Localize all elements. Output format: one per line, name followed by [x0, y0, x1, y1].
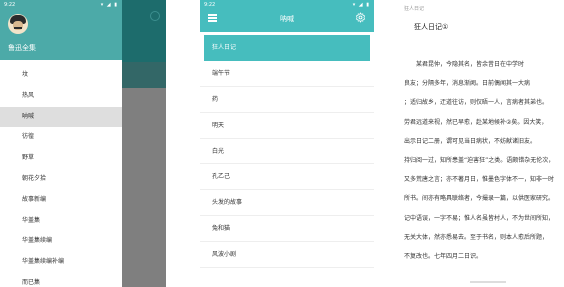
reader-screen: 狂人日记 狂人日记① 某君昆仲，今隐其名，皆余昔日在中学时 良友；分隔多年，消息…	[398, 0, 564, 287]
chapter-row[interactable]: 明天	[200, 113, 374, 139]
drawer-item[interactable]: 而已集	[0, 273, 122, 287]
text-line: 所书。间亦有略具联络者，今撮录一篇，以供医家研究。	[404, 195, 555, 203]
text-line: 无关大体，然亦悉易去。至于书名，则本人愈后所题，	[404, 233, 549, 241]
chapter-row[interactable]: 兔和猫	[200, 216, 374, 243]
drawer-menu: 坟 热风 呐喊 彷徨 野草 朝花夕拾 故事新编 华盖集 华盖集续编 华盖集续编补…	[0, 65, 122, 287]
drawer-item[interactable]: 野草	[0, 148, 122, 169]
text-line: 持归阅一过，知所患盖“迫害狂”之类。语颇错杂无伦次，	[404, 157, 555, 165]
chapter-list: 狂人日记 端午节 药 明天 白光 孔乙己 头发的故事 兔和猫 风波小剧	[200, 35, 374, 269]
avatar[interactable]	[8, 14, 28, 34]
drawer-item[interactable]: 华盖集续编	[0, 231, 122, 252]
text-line: 出示日记二册，谓可见当日病状，不妨献诸旧友。	[404, 137, 537, 145]
chapter-row[interactable]: 头发的故事	[200, 190, 374, 217]
status-time: 9:22	[4, 2, 16, 8]
scrim-highlight	[122, 62, 166, 88]
drawer-item-selected[interactable]: 呐喊	[0, 106, 122, 128]
chapter-row[interactable]: 药	[200, 87, 374, 113]
status-time: 9:22	[204, 2, 216, 8]
drawer-item[interactable]: 故事新编	[0, 190, 122, 211]
text-line: ；适归故乡，迂道往访，则仅晤一人，言病者其弟也。	[404, 99, 549, 107]
text-line: 不复改也。七年四月二日识。	[404, 253, 483, 261]
chapter-text: 某君昆仲，今隐其名，皆余昔日在中学时 良友；分隔多年，消息渐阙。日前偶闻其一大病…	[404, 55, 560, 266]
text-line: 某君昆仲，今隐其名，皆余昔日在中学时	[404, 61, 525, 68]
drawer-item[interactable]: 坟	[0, 65, 122, 86]
app-name: 鲁迅全集	[8, 44, 36, 52]
drawer-screen: 9:22 ▾ ◢ ▮ 鲁迅全集 坟 热风 呐喊 彷徨 野草 朝花夕拾 故事新编 …	[0, 0, 166, 287]
status-icons: ▾ ◢ ▮	[100, 2, 118, 8]
status-bar: 9:22 ▾ ◢ ▮	[200, 0, 374, 10]
page-title: 呐喊	[280, 15, 294, 23]
scroll-indicator	[470, 281, 506, 283]
gear-icon[interactable]	[355, 12, 366, 23]
app-bar: 9:22 ▾ ◢ ▮ 呐喊	[200, 0, 374, 32]
text-line: 良友；分隔多年，消息渐阙。日前偶闻其一大病	[404, 80, 531, 88]
chapter-row[interactable]: 风波小剧	[200, 242, 374, 269]
drawer-item[interactable]: 朝花夕拾	[0, 169, 122, 190]
chapter-row[interactable]: 白光	[200, 139, 374, 165]
text-line: 劳君远道来视，然已早愈，赴某地候补②矣。因大笑，	[404, 118, 548, 126]
chapter-row[interactable]: 端午节	[200, 61, 374, 87]
status-icons: ▾ ◢ ▮	[352, 2, 370, 8]
status-bar: 9:22 ▾ ◢ ▮	[0, 0, 122, 10]
drawer-header: 9:22 ▾ ◢ ▮ 鲁迅全集	[0, 0, 122, 60]
drawer-item[interactable]: 彷徨	[0, 127, 122, 148]
chapter-list-screen: 9:22 ▾ ◢ ▮ 呐喊 狂人日记 端午节 药 明天 白光 孔乙己 头发的故事…	[200, 0, 374, 287]
drawer-item[interactable]: 华盖集	[0, 211, 122, 232]
drawer-item[interactable]: 热风	[0, 86, 122, 107]
chapter-row-selected[interactable]: 狂人日记	[204, 35, 370, 61]
text-line: 又多荒唐之言；亦不著月日，惟墨色字体不一，知非一时	[404, 176, 555, 184]
drawer-item[interactable]: 华盖集续编补编	[0, 252, 122, 273]
navigation-drawer: 9:22 ▾ ◢ ▮ 鲁迅全集 坟 热风 呐喊 彷徨 野草 朝花夕拾 故事新编 …	[0, 0, 122, 287]
chapter-title: 狂人日记①	[414, 23, 449, 31]
scrim-appbar	[122, 0, 166, 62]
text-line: 记中语误，一字不易；惟人名虽皆村人，不为世间所知，	[404, 214, 555, 222]
breadcrumb: 狂人日记	[404, 6, 425, 12]
chapter-row[interactable]: 孔乙己	[200, 164, 374, 191]
gear-icon	[150, 11, 160, 21]
